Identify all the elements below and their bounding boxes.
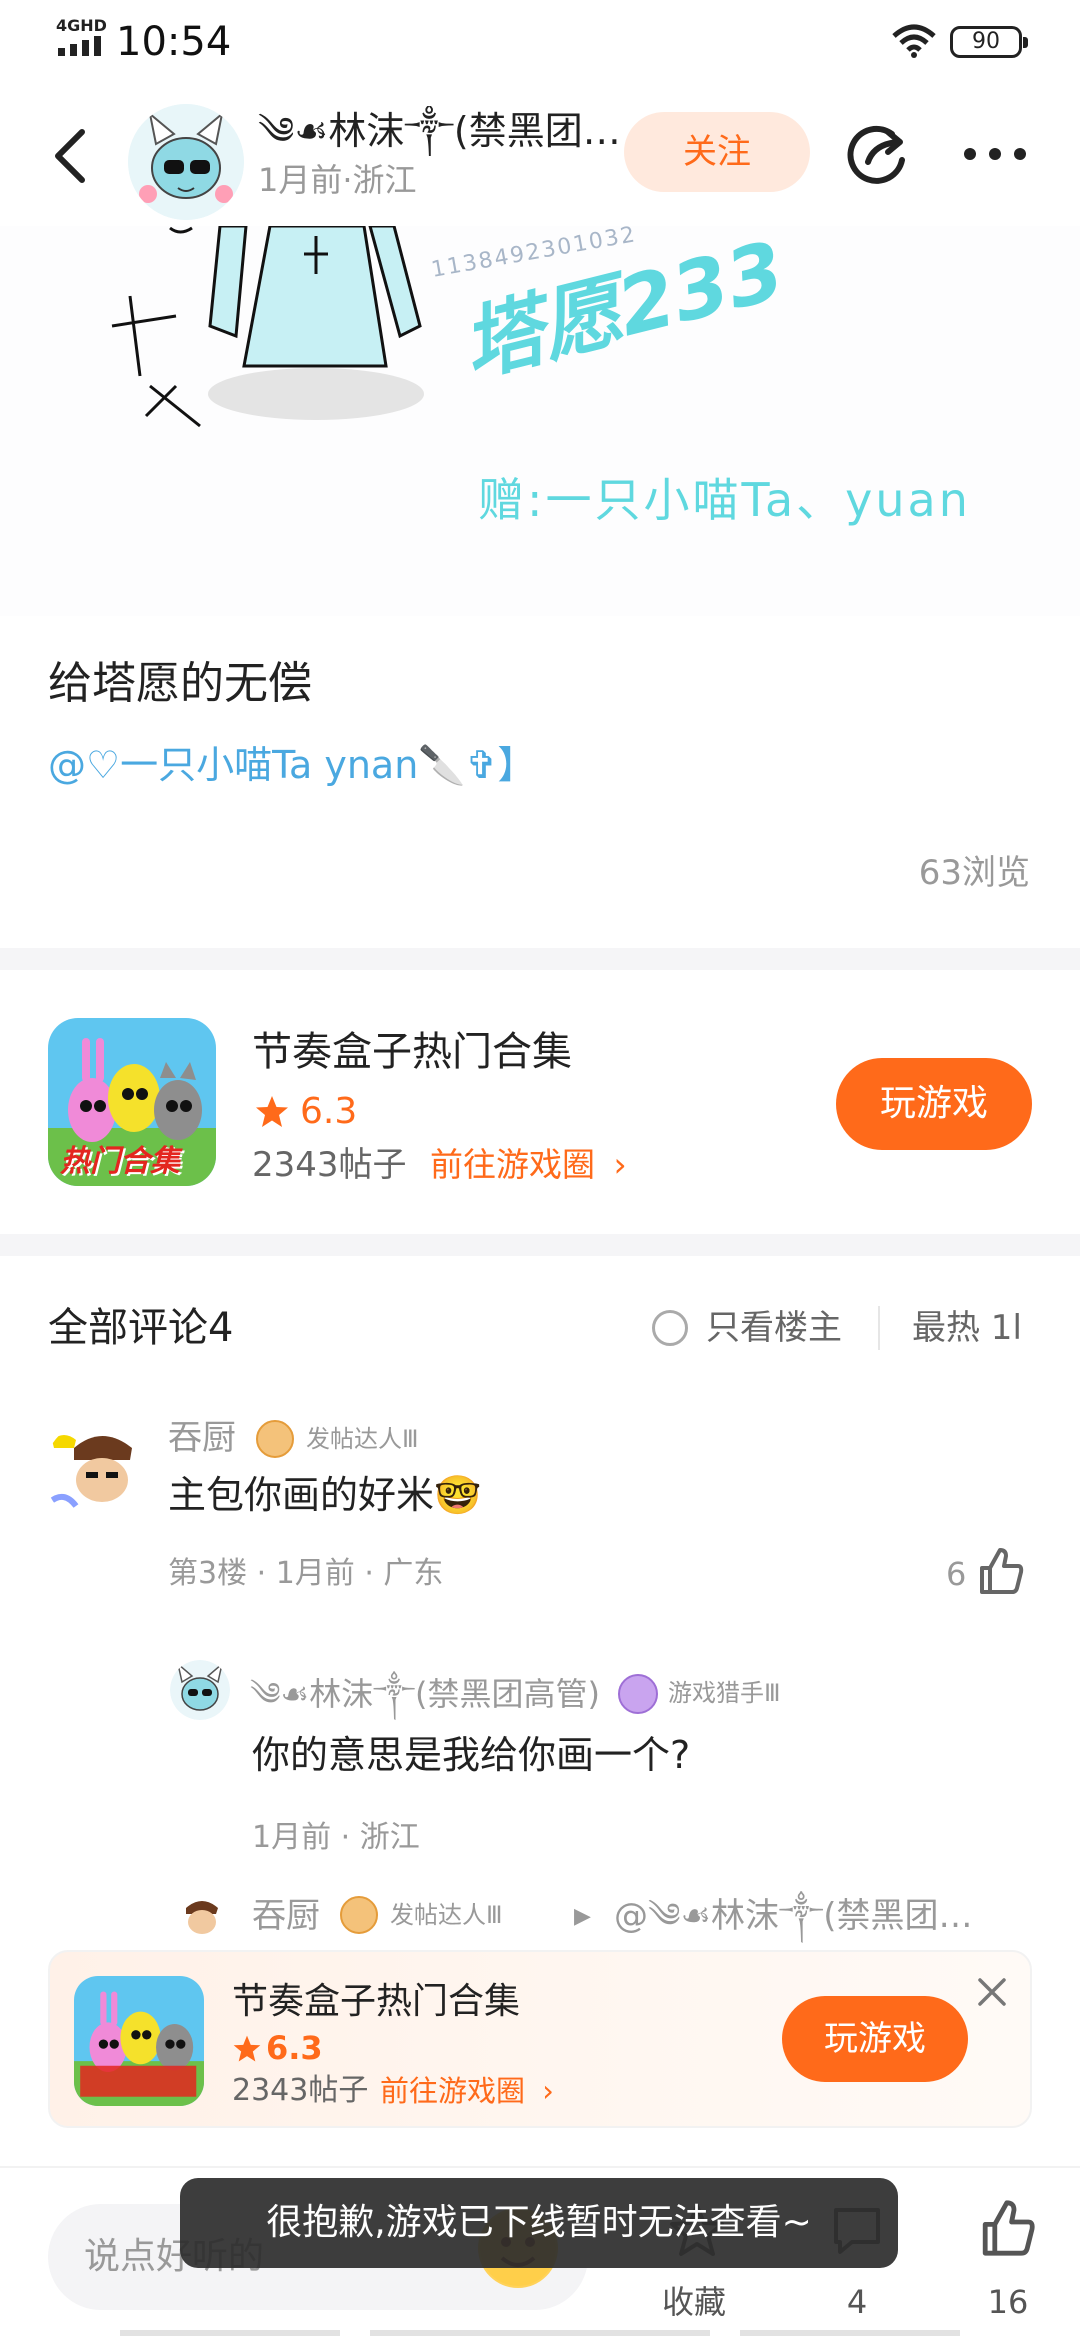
collect-label[interactable]: 收藏 bbox=[644, 2282, 744, 2322]
author-avatar[interactable] bbox=[128, 104, 244, 220]
back-arrow-icon[interactable] bbox=[48, 126, 92, 186]
banner-game-rating: 6.3 bbox=[266, 2029, 323, 2067]
banner-play-button[interactable]: 玩游戏 bbox=[782, 1996, 968, 2082]
comments-title: 全部评论4 bbox=[48, 1305, 234, 1351]
post-meta: 1月前·浙江 bbox=[258, 161, 417, 199]
badge-label: 发帖达人Ⅲ bbox=[306, 1425, 419, 1453]
reply-meta: 1月前 · 浙江 bbox=[252, 1820, 420, 1855]
user-mention-link[interactable]: @♡一只小喵Ta ynan🔪✞】 bbox=[48, 740, 535, 790]
game-rating: 6.3 bbox=[300, 1091, 358, 1132]
play-game-button[interactable]: 玩游戏 bbox=[836, 1058, 1032, 1150]
game-circle-link[interactable]: 前往游戏圈 › bbox=[430, 1142, 627, 1188]
battery-icon: 90 bbox=[950, 26, 1028, 58]
commenter-name[interactable]: 吞厨 bbox=[168, 1416, 236, 1460]
post-header: ༄☙林沫༒(禁黑团… 1月前·浙江 关注 bbox=[0, 86, 1080, 226]
post-artwork[interactable]: 1138492301032 塔愿233 赠:一只小喵Ta、yuan bbox=[0, 226, 1080, 616]
chevron-right-icon: › bbox=[613, 1145, 627, 1184]
star-icon bbox=[233, 2035, 261, 2062]
badge-label: 游戏猎手Ⅲ bbox=[668, 1679, 781, 1707]
comment-meta: 第3楼 · 1月前 · 广东 bbox=[168, 1556, 444, 1591]
clock: 10:54 bbox=[116, 19, 232, 65]
network-type: 4GHD bbox=[56, 16, 107, 35]
game-circle-link-label: 前往游戏圈 bbox=[430, 1145, 595, 1184]
game-icon[interactable] bbox=[74, 1976, 204, 2106]
floating-game-banner[interactable]: 节奏盒子热门合集 6.3 2343帖子 前往游戏圈 › 玩游戏 bbox=[48, 1950, 1032, 2128]
share-icon[interactable] bbox=[844, 120, 910, 186]
follow-button[interactable]: 关注 bbox=[624, 112, 810, 192]
game-icon-text: 热门合集 bbox=[60, 1144, 180, 1179]
commenter-avatar[interactable] bbox=[44, 1420, 148, 1524]
reply-avatar[interactable] bbox=[172, 1890, 226, 1944]
signal-icon bbox=[58, 36, 101, 56]
badge-label: 发帖达人Ⅲ bbox=[390, 1901, 503, 1929]
reply-author-name[interactable]: ༄☙林沫༒(禁黑团高管) bbox=[250, 1672, 600, 1716]
comment-text: 主包你画的好米🤓 bbox=[168, 1473, 482, 1517]
badge-icon bbox=[618, 1674, 658, 1714]
op-only-radio[interactable] bbox=[652, 1310, 688, 1346]
more-options-icon[interactable] bbox=[960, 142, 1030, 166]
status-bar: 4GHD 10:54 90 bbox=[0, 0, 1080, 86]
section-divider bbox=[0, 948, 1080, 970]
reply-text: 你的意思是我给你画一个? bbox=[252, 1733, 691, 1777]
badge-icon bbox=[340, 1896, 378, 1934]
thumbs-up-icon[interactable] bbox=[976, 1546, 1026, 1596]
thumbs-up-icon[interactable] bbox=[978, 2198, 1038, 2258]
wifi-icon bbox=[892, 24, 936, 58]
game-post-count: 2343帖子 bbox=[252, 1145, 407, 1185]
banner-game-name[interactable]: 节奏盒子热门合集 bbox=[232, 1978, 520, 2026]
comment-count[interactable]: 4 bbox=[817, 2282, 897, 2322]
banner-circle-link[interactable]: 前往游戏圈 › bbox=[380, 2070, 554, 2112]
reply-arrow-icon: ▶ bbox=[574, 1904, 591, 1929]
banner-circle-link-label: 前往游戏圈 bbox=[380, 2074, 526, 2108]
artwork-gift-text: 赠:一只小喵Ta、yuan bbox=[478, 473, 971, 527]
reply-to-user[interactable]: @༄☙林沫༒(禁黑团… bbox=[614, 1894, 973, 1938]
banner-post-count: 2343帖子 bbox=[232, 2073, 369, 2108]
badge-icon bbox=[256, 1420, 294, 1458]
bottom-edge-indicator bbox=[120, 2330, 960, 2336]
author-name[interactable]: ༄☙林沫༒(禁黑团… bbox=[258, 106, 618, 156]
game-icon[interactable]: 热门合集 bbox=[48, 1018, 216, 1186]
close-icon[interactable] bbox=[972, 1972, 1012, 2012]
post-title: 给塔愿的无偿 bbox=[48, 658, 312, 709]
op-only-label[interactable]: 只看楼主 bbox=[706, 1304, 842, 1352]
chevron-right-icon: › bbox=[542, 2074, 554, 2108]
reply-author-name[interactable]: 吞厨 bbox=[252, 1894, 320, 1938]
sort-divider bbox=[878, 1306, 880, 1350]
like-count[interactable]: 16 bbox=[968, 2282, 1048, 2322]
sort-toggle[interactable]: 最热 1l bbox=[912, 1304, 1022, 1352]
comment-like-count: 6 bbox=[946, 1555, 967, 1593]
section-divider bbox=[0, 1234, 1080, 1256]
view-count: 63浏览 bbox=[918, 853, 1030, 893]
toast-message: 很抱歉,游戏已下线暂时无法查看~ bbox=[180, 2178, 898, 2268]
game-name[interactable]: 节奏盒子热门合集 bbox=[252, 1024, 572, 1080]
reply-avatar[interactable] bbox=[170, 1660, 230, 1720]
star-icon bbox=[256, 1096, 288, 1127]
